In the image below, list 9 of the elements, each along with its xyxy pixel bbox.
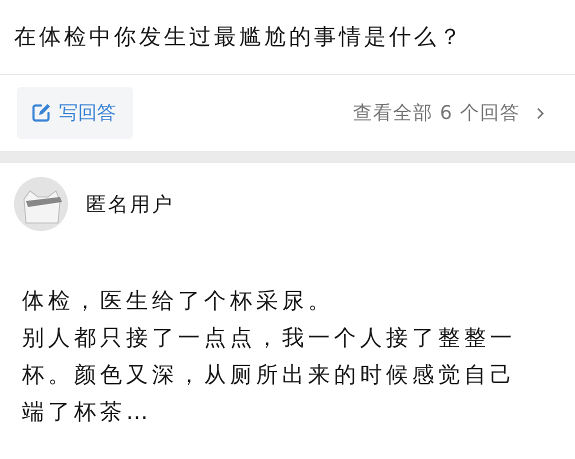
question-title: 在体检中你发生过最尴尬的事情是什么？ <box>0 0 575 75</box>
chevron-right-icon <box>536 106 545 120</box>
answer-paragraph: 体检，医生给了个杯采尿。 <box>22 288 335 316</box>
edit-icon <box>31 103 51 123</box>
view-all-answers-link[interactable]: 查看全部 6 个回答 <box>352 100 520 126</box>
avatar <box>14 177 68 231</box>
write-answer-button[interactable]: 写回答 <box>17 87 133 139</box>
answer-paragraph: 别人都只接了一点点，我一个人接了整整一杯。颜色又深，从厕所出来的时候感觉自己端了杯茶… <box>22 325 517 427</box>
author-name[interactable]: 匿名用户 <box>86 190 174 218</box>
